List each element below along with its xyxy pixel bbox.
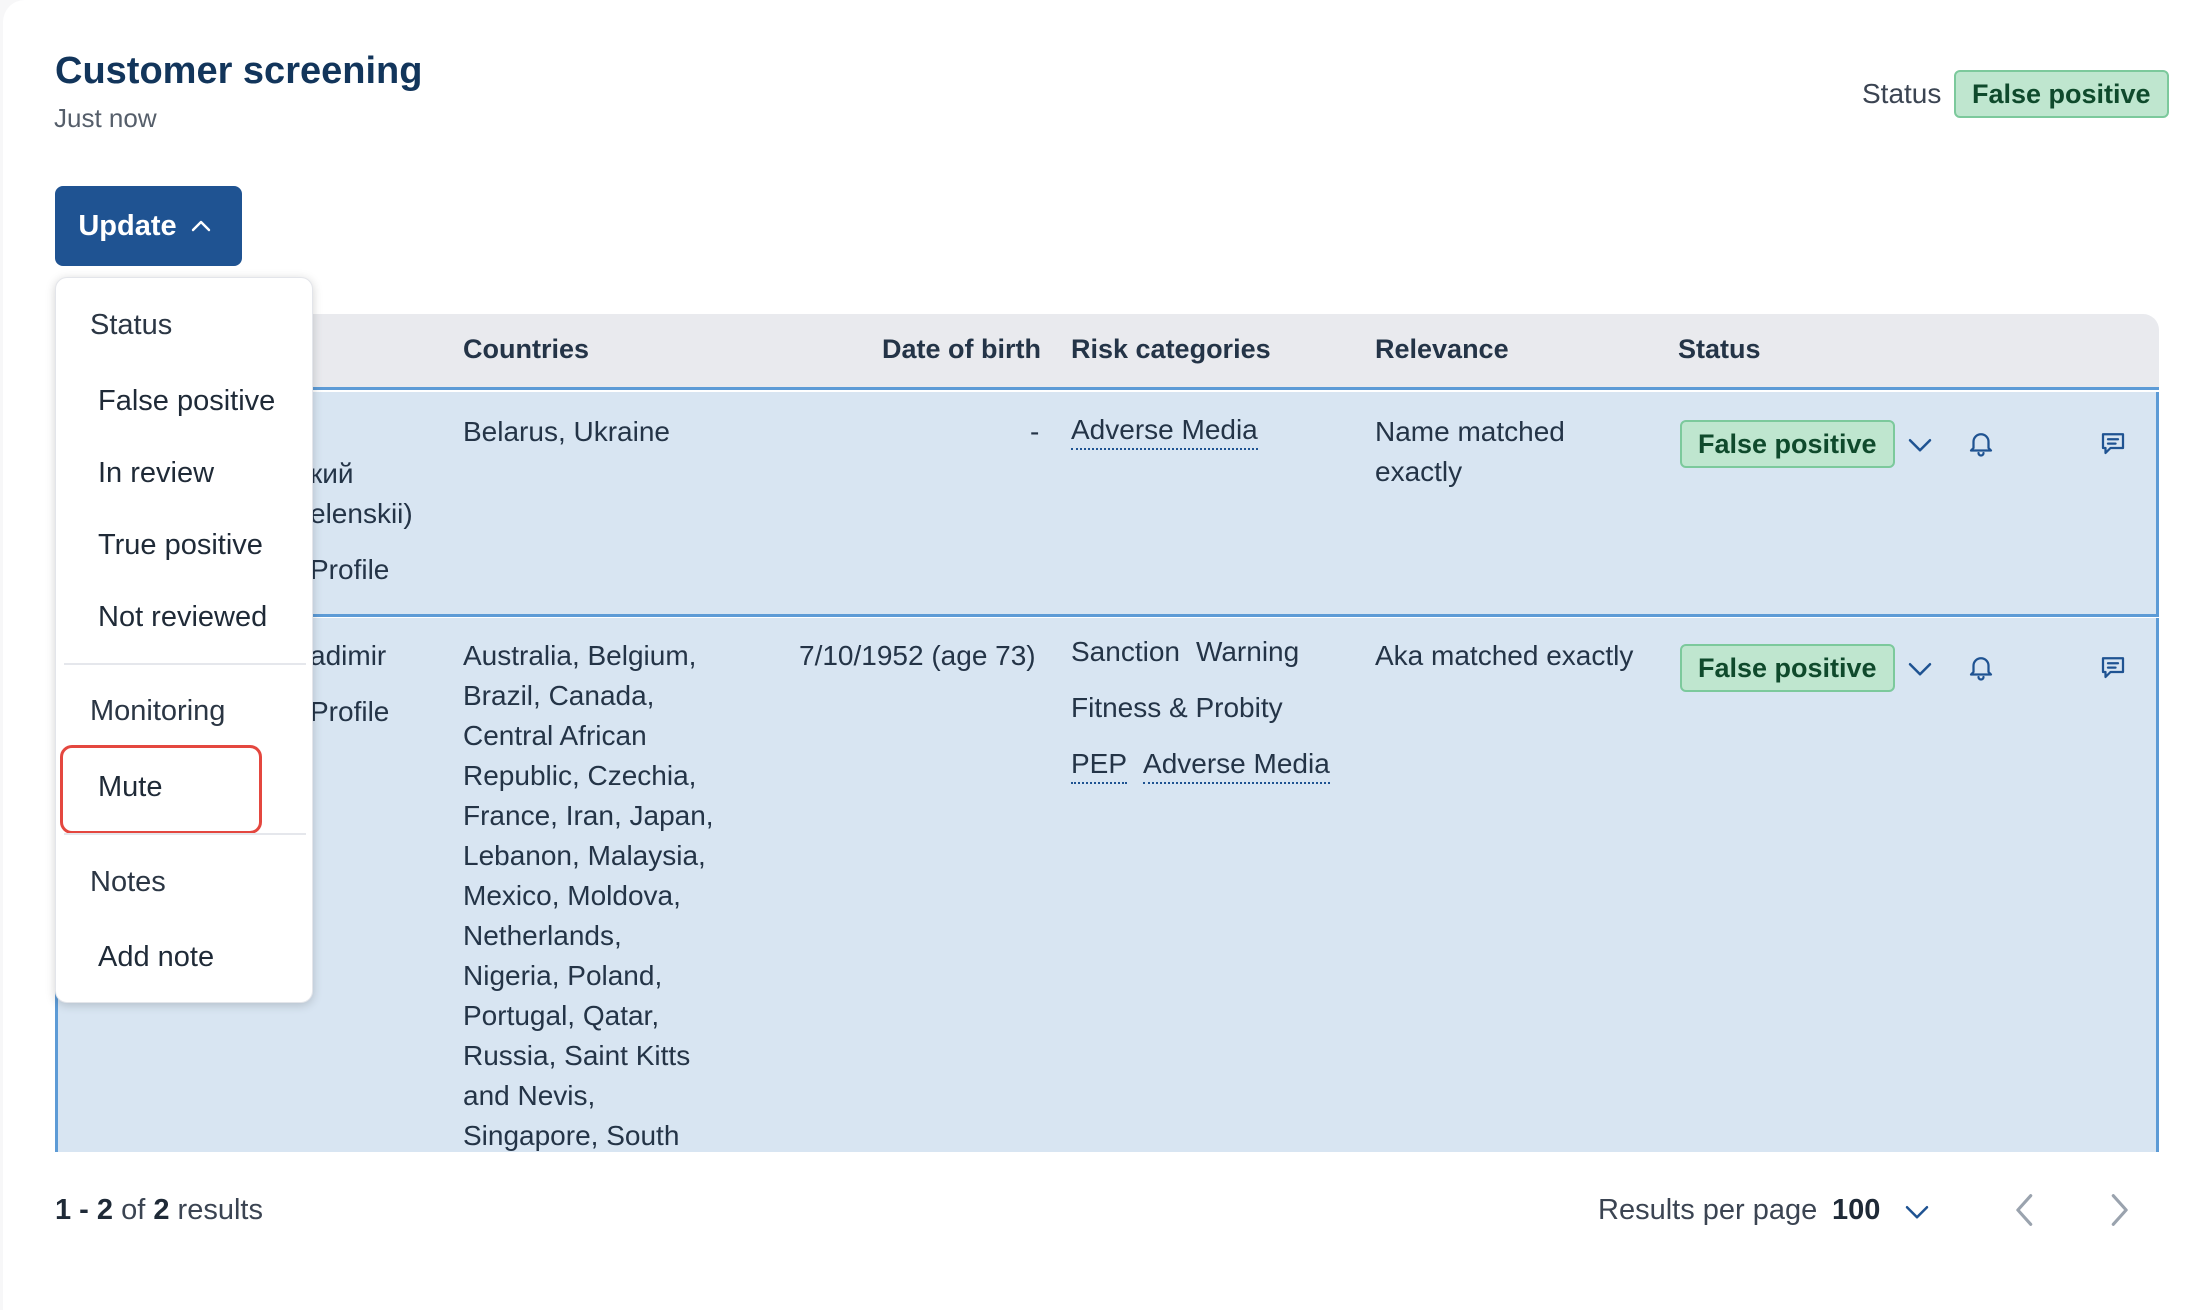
status-label: Status — [1862, 78, 1942, 109]
row-status-badge: False positive — [1680, 420, 1895, 468]
country-line: Republic, Czechia, — [463, 760, 697, 791]
notes-button[interactable] — [2098, 652, 2128, 682]
monitoring-button[interactable] — [1966, 428, 1996, 458]
status-dropdown-toggle[interactable] — [1905, 429, 1935, 459]
country-line: Mexico, Moldova, — [463, 880, 681, 911]
chevron-down-icon — [1908, 439, 1932, 452]
status-badge: False positive — [1954, 70, 2169, 118]
update-button-label: Update — [78, 209, 177, 242]
relevance-line: exactly — [1375, 456, 1463, 487]
table-header: Countries Date of birth Risk categories … — [55, 314, 2159, 390]
update-button[interactable]: Update — [55, 186, 242, 266]
country-line: Netherlands, — [463, 920, 622, 951]
results-of: of — [121, 1194, 146, 1226]
country-line: and Nevis, — [463, 1080, 596, 1111]
relevance: Aka matched exactly — [1375, 640, 1634, 671]
name-fragment: elenskii) — [310, 498, 413, 529]
country-line: Brazil, Canada, — [463, 680, 655, 711]
chevron-up-icon — [191, 220, 210, 232]
results-per-page-toggle[interactable] — [1902, 1196, 1932, 1226]
bell-icon — [1969, 433, 1993, 457]
risk-category-warning[interactable]: Warning — [1196, 634, 1299, 670]
country-line: Singapore, South — [463, 1120, 680, 1151]
risk-category-pep[interactable]: PEP — [1071, 746, 1128, 784]
next-page-button[interactable] — [2103, 1190, 2135, 1230]
country-line: Lebanon, Malaysia, — [463, 840, 706, 871]
table-row[interactable]: кий elenskii) Profile Belarus, Ukraine -… — [55, 392, 2159, 617]
country-line: Central African — [463, 720, 647, 751]
menu-item-add-note[interactable]: Add note — [98, 941, 214, 974]
name-fragment: adimir — [310, 640, 387, 671]
column-date-of-birth: Date of birth — [882, 334, 1041, 364]
menu-section-status: Status — [90, 309, 173, 341]
row-status-badge: False positive — [1680, 644, 1895, 692]
chevron-down-icon — [1905, 1206, 1929, 1219]
country-line: Australia, Belgium, — [463, 640, 697, 671]
chevron-left-icon — [2016, 1194, 2033, 1226]
country-line: Portugal, Qatar, — [463, 1000, 660, 1031]
country-line: Russia, Saint Kitts — [463, 1040, 691, 1071]
date-of-birth: - — [1030, 416, 1040, 447]
profile-link[interactable]: Profile — [310, 550, 389, 590]
results-count: 1 - 2 of 2 results — [55, 1194, 263, 1227]
column-status: Status — [1678, 334, 1761, 364]
comment-icon — [2101, 657, 2125, 679]
menu-item-false-positive[interactable]: False positive — [98, 385, 275, 418]
date-of-birth: 7/10/1952 (age 73) — [799, 640, 1036, 671]
menu-divider — [64, 833, 306, 835]
menu-item-not-reviewed[interactable]: Not reviewed — [98, 601, 267, 634]
menu-divider — [64, 663, 306, 665]
last-updated: Just now — [54, 103, 157, 133]
content-panel: Customer screening Just now Status False… — [3, 0, 2204, 1310]
menu-section-notes: Notes — [90, 866, 166, 898]
previous-page-button[interactable] — [2009, 1190, 2041, 1230]
column-relevance: Relevance — [1375, 334, 1509, 364]
column-risk-categories: Risk categories — [1071, 334, 1271, 364]
risk-categories: Sanction Warning Fitness & Probity PEP Adv… — [1071, 632, 1371, 784]
menu-section-monitoring: Monitoring — [90, 695, 226, 727]
menu-item-true-positive[interactable]: True positive — [98, 529, 263, 562]
results-per-page-select[interactable]: 100 — [1832, 1194, 1880, 1227]
comment-icon — [2101, 433, 2125, 455]
update-menu: Status False positive In review True pos… — [55, 277, 313, 1003]
results-word: results — [177, 1194, 263, 1226]
profile-link[interactable]: Profile — [310, 692, 389, 732]
table-row[interactable]: adimir Profile Australia, Belgium, Brazi… — [55, 618, 2159, 1152]
risk-category-adverse-media[interactable]: Adverse Media — [1143, 746, 1330, 784]
results-per-page-label: Results per page — [1598, 1194, 1818, 1226]
risk-category-fitness-probity[interactable]: Fitness & Probity — [1071, 690, 1283, 726]
relevance-line: Name matched — [1375, 416, 1565, 447]
bell-icon — [1969, 657, 1993, 681]
chevron-down-icon — [1908, 663, 1932, 676]
countries: Australia, Belgium, Brazil, Canada, Cent… — [463, 636, 714, 1152]
menu-item-in-review[interactable]: In review — [98, 457, 214, 490]
country-line: Nigeria, Poland, — [463, 960, 663, 991]
page-title: Customer screening — [55, 50, 423, 92]
countries: Belarus, Ukraine — [463, 416, 670, 447]
risk-category-adverse-media[interactable]: Adverse Media — [1071, 412, 1258, 450]
chevron-right-icon — [2111, 1194, 2128, 1226]
risk-category-sanction[interactable]: Sanction — [1071, 634, 1180, 670]
results-total: 2 — [153, 1194, 170, 1226]
relevance: Name matched exactly — [1375, 412, 1565, 492]
country-line: France, Iran, Japan, — [463, 800, 714, 831]
column-countries: Countries — [463, 334, 590, 364]
monitoring-button[interactable] — [1966, 652, 1996, 682]
status-dropdown-toggle[interactable] — [1905, 653, 1935, 683]
results-table: Countries Date of birth Risk categories … — [55, 314, 2159, 1152]
notes-button[interactable] — [2098, 428, 2128, 458]
menu-item-mute[interactable]: Mute — [98, 771, 162, 804]
name-fragment: кий — [310, 458, 354, 489]
results-range: 1 - 2 — [55, 1194, 114, 1226]
